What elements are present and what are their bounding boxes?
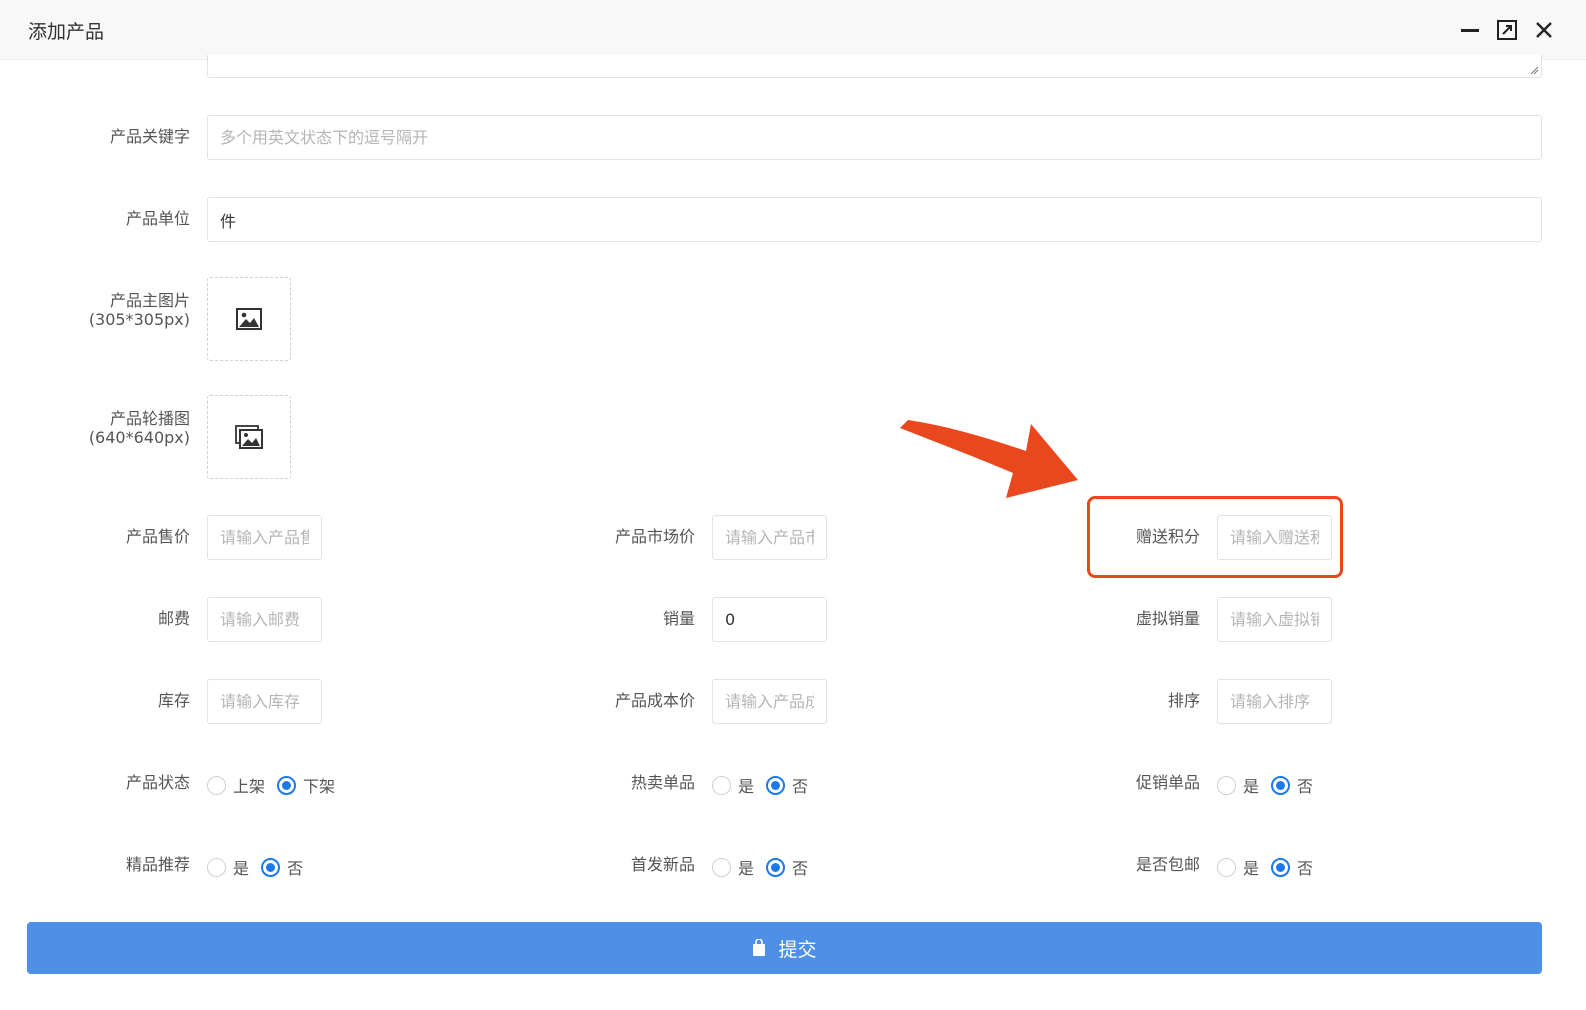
market-price-label: 产品市场价 — [614, 527, 695, 546]
boutique-label: 精品推荐 — [125, 855, 190, 874]
sales-label: 销量 — [662, 609, 695, 628]
free-shipping-option-yes: 是 — [1243, 859, 1260, 878]
new-first-option-yes: 是 — [738, 859, 755, 878]
status-radio-on[interactable] — [207, 775, 226, 795]
main-image-upload[interactable] — [207, 277, 291, 361]
keywords-label: 产品关键字 — [109, 127, 190, 146]
submit-label: 提交 — [778, 938, 817, 961]
status-radio-group: 上架 下架 — [207, 773, 347, 797]
annotation-arrow-icon — [900, 420, 1078, 498]
sort-label: 排序 — [1167, 691, 1200, 710]
cost-price-input[interactable] — [712, 679, 827, 724]
price-input[interactable] — [207, 515, 322, 560]
hot-option-yes: 是 — [738, 777, 755, 796]
stock-input[interactable] — [207, 679, 322, 724]
hot-radio-no[interactable] — [766, 775, 786, 795]
boutique-option-yes: 是 — [233, 859, 250, 878]
unit-label: 产品单位 — [125, 209, 190, 228]
unit-input[interactable] — [207, 197, 1542, 242]
free-shipping-radio-no[interactable] — [1271, 857, 1291, 877]
free-shipping-radio-group: 是 否 — [1217, 855, 1325, 879]
cost-price-label: 产品成本价 — [614, 691, 695, 710]
postage-label: 邮费 — [157, 609, 190, 628]
keywords-input[interactable] — [207, 115, 1542, 160]
main-image-label-line2: (305*305px) — [88, 310, 190, 329]
bag-icon — [753, 939, 766, 956]
promo-radio-group: 是 否 — [1217, 773, 1325, 797]
new-first-radio-no[interactable] — [766, 857, 786, 877]
main-image-label-line1: 产品主图片 — [109, 291, 190, 310]
virtual-sales-label: 虚拟销量 — [1135, 609, 1200, 628]
carousel-label-line1: 产品轮播图 — [109, 409, 190, 428]
boutique-radio-group: 是 否 — [207, 855, 315, 879]
maximize-icon[interactable] — [1493, 16, 1521, 44]
carousel-label-line2: (640*640px) — [88, 428, 190, 447]
status-option-on: 上架 — [233, 777, 266, 796]
free-shipping-label: 是否包邮 — [1135, 855, 1200, 874]
stock-label: 库存 — [157, 691, 190, 710]
sales-input[interactable] — [712, 597, 827, 642]
boutique-radio-yes[interactable] — [207, 857, 226, 877]
hot-radio-yes[interactable] — [712, 775, 731, 795]
boutique-radio-no[interactable] — [261, 857, 281, 877]
promo-option-yes: 是 — [1243, 777, 1260, 796]
status-label: 产品状态 — [125, 773, 190, 792]
minimize-icon[interactable] — [1456, 16, 1484, 44]
new-first-label: 首发新品 — [630, 855, 695, 874]
close-icon[interactable] — [1530, 16, 1558, 44]
promo-radio-yes[interactable] — [1217, 775, 1236, 795]
free-shipping-radio-yes[interactable] — [1217, 857, 1236, 877]
hot-radio-group: 是 否 — [712, 773, 820, 797]
promo-option-no: 否 — [1297, 777, 1314, 796]
resize-grip-icon[interactable] — [1529, 65, 1539, 75]
market-price-input[interactable] — [712, 515, 827, 560]
window-titlebar: 添加产品 — [0, 0, 1586, 60]
promo-radio-no[interactable] — [1271, 775, 1291, 795]
window-title: 添加产品 — [28, 21, 105, 43]
hot-label: 热卖单品 — [630, 773, 695, 792]
new-first-radio-yes[interactable] — [712, 857, 731, 877]
submit-button[interactable]: 提交 — [27, 922, 1542, 974]
carousel-label: 产品轮播图 (640*640px) — [60, 409, 190, 447]
free-shipping-option-no: 否 — [1297, 859, 1314, 878]
image-icon — [236, 308, 262, 330]
new-first-radio-group: 是 否 — [712, 855, 820, 879]
status-option-off: 下架 — [303, 777, 336, 796]
description-textarea[interactable] — [207, 55, 1542, 78]
points-input[interactable] — [1217, 515, 1332, 560]
status-radio-off[interactable] — [277, 775, 297, 795]
postage-input[interactable] — [207, 597, 322, 642]
price-label: 产品售价 — [125, 527, 190, 546]
sort-input[interactable] — [1217, 679, 1332, 724]
hot-option-no: 否 — [792, 777, 809, 796]
main-image-label: 产品主图片 (305*305px) — [60, 291, 190, 329]
new-first-option-no: 否 — [792, 859, 809, 878]
carousel-upload[interactable] — [207, 395, 291, 479]
boutique-option-no: 否 — [287, 859, 304, 878]
promo-label: 促销单品 — [1135, 773, 1200, 792]
images-icon — [235, 425, 263, 449]
points-label: 赠送积分 — [1135, 527, 1200, 546]
virtual-sales-input[interactable] — [1217, 597, 1332, 642]
